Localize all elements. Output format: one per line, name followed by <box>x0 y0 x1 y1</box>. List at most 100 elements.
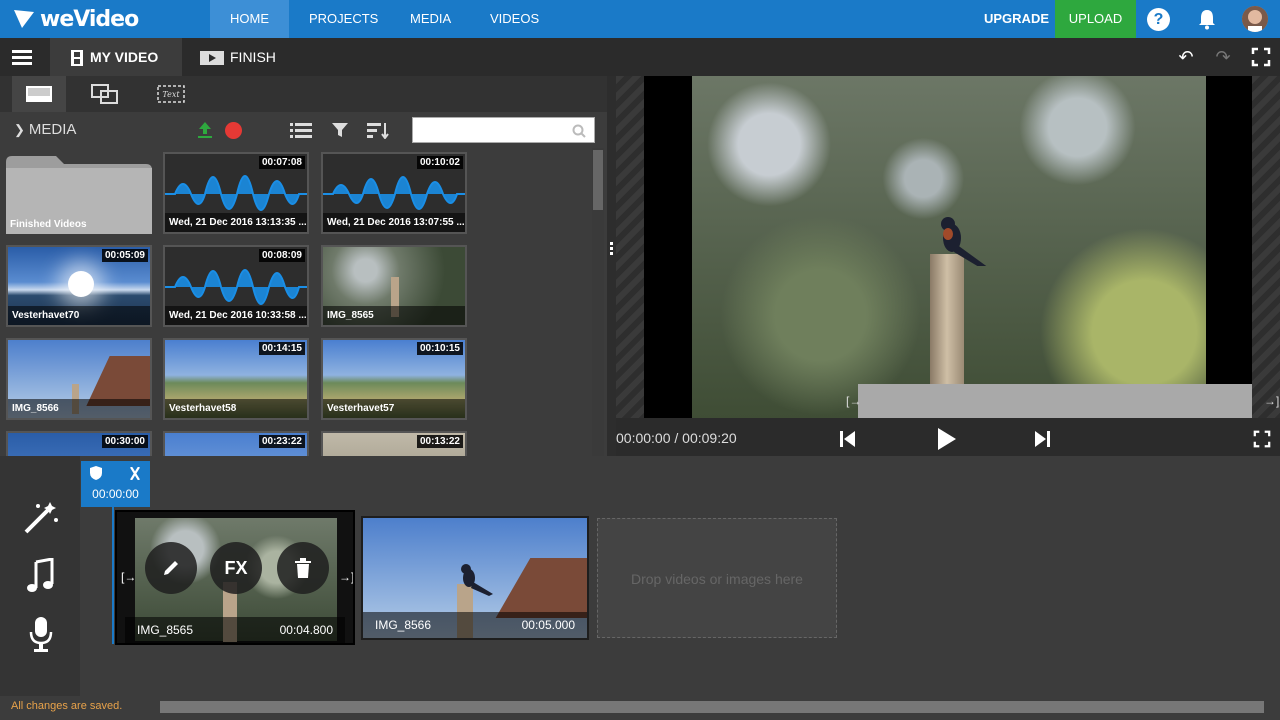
help-icon[interactable]: ? <box>1147 8 1170 31</box>
delete-clip-button[interactable] <box>277 542 329 594</box>
fx-button[interactable]: FX <box>210 542 262 594</box>
fullscreen-icon[interactable] <box>1251 47 1271 67</box>
magic-wand-icon[interactable] <box>22 500 60 536</box>
preview-timecode: 00:00:00 / 00:09:20 <box>616 430 737 446</box>
preview-fullscreen-icon[interactable] <box>1253 430 1271 448</box>
skip-forward-icon[interactable] <box>1031 428 1053 450</box>
cut-scissors-icon[interactable] <box>129 467 141 480</box>
clip-name: IMG_8565 <box>137 623 194 637</box>
playhead-line <box>112 507 114 644</box>
tab-transitions[interactable] <box>78 76 132 112</box>
transitions-icon <box>91 84 118 104</box>
media-item[interactable]: 00:14:15 Vesterhavet58 <box>163 338 309 420</box>
drop-zone[interactable]: Drop videos or images here <box>597 518 837 638</box>
save-status: All changes are saved. <box>11 700 123 712</box>
video-preview-frame[interactable]: [→ <box>644 76 1252 418</box>
media-item[interactable]: 00:10:15 Vesterhavet57 <box>321 338 467 420</box>
video-preview-panel: [→ →] 00:00:00 / 00:09:20 <box>616 76 1280 456</box>
sun-glare <box>68 271 94 297</box>
media-folder-toggle[interactable]: ❯ MEDIA <box>14 121 76 138</box>
svg-text:Text: Text <box>162 90 180 99</box>
video-export-icon <box>200 51 224 66</box>
upgrade-button[interactable]: UPGRADE <box>972 0 1061 38</box>
edit-clip-button[interactable] <box>145 542 197 594</box>
sort-icon[interactable] <box>367 121 389 139</box>
media-scrollbar-thumb[interactable] <box>593 150 603 210</box>
tab-my-video-label: MY VIDEO <box>90 49 159 65</box>
user-avatar[interactable] <box>1242 6 1268 32</box>
list-view-icon[interactable] <box>290 122 312 138</box>
duration-badge: 00:30:00 <box>101 435 148 448</box>
media-panel: Text ❯ MEDIA Finished Videos 00:07:08 Wed… <box>0 76 607 456</box>
filter-icon[interactable] <box>331 121 349 139</box>
upload-media-icon[interactable] <box>196 121 214 139</box>
playhead-time: 00:00:00 <box>92 487 139 501</box>
trim-start-handle-icon[interactable]: [→ <box>846 394 861 408</box>
media-header: ❯ MEDIA <box>0 112 607 148</box>
media-item-label: Vesterhavet58 <box>165 399 307 418</box>
panel-resize-handle[interactable] <box>607 76 616 456</box>
trim-end-handle-icon[interactable]: →] <box>1264 394 1279 408</box>
tab-finish[interactable]: FINISH <box>200 38 276 76</box>
swallow-bird <box>461 564 493 596</box>
duration-badge: 00:07:08 <box>258 156 305 169</box>
media-item[interactable]: 00:13:22 <box>321 431 467 456</box>
microphone-icon[interactable] <box>28 616 54 652</box>
upload-button[interactable]: UPLOAD <box>1055 0 1136 38</box>
media-item[interactable]: 00:23:22 <box>163 431 309 456</box>
media-item-folder[interactable]: Finished Videos <box>6 152 152 234</box>
media-scrollbar[interactable] <box>592 148 604 456</box>
record-icon[interactable] <box>225 122 242 139</box>
media-item[interactable]: 00:05:09 Vesterhavet70 <box>6 245 152 327</box>
nav-home[interactable]: HOME <box>210 0 289 38</box>
undo-icon[interactable]: ↶ <box>1176 47 1196 67</box>
nav-media[interactable]: MEDIA <box>390 0 471 38</box>
duration-badge: 00:23:22 <box>258 435 305 448</box>
timeline-clip[interactable]: [→ →] FX IMG_8565 00:04.800 <box>115 510 355 645</box>
clip-trim-end-icon[interactable]: →] <box>339 570 353 584</box>
nav-projects[interactable]: PROJECTS <box>289 0 398 38</box>
timeline-clip[interactable]: IMG_8566 00:05.000 <box>361 516 589 640</box>
film-icon <box>71 50 83 67</box>
redo-icon[interactable]: ↷ <box>1213 47 1233 67</box>
music-note-icon[interactable] <box>24 558 56 594</box>
preview-letterbox-left <box>616 76 644 418</box>
trim-range-bar[interactable] <box>858 384 1252 418</box>
media-item[interactable]: 00:08:09 Wed, 21 Dec 2016 10:33:58 ... <box>163 245 309 327</box>
tab-text[interactable]: Text <box>144 76 198 112</box>
media-item[interactable]: 00:07:08 Wed, 21 Dec 2016 13:13:35 ... <box>163 152 309 234</box>
nav-videos[interactable]: VIDEOS <box>470 0 559 38</box>
duration-badge: 00:13:22 <box>416 435 463 448</box>
clip-duration: 00:04.800 <box>279 623 333 637</box>
clip-caption: IMG_8566 00:05.000 <box>363 612 587 638</box>
media-search-input[interactable] <box>412 117 595 143</box>
wevideo-logo[interactable]: weVideo <box>14 6 139 32</box>
shield-icon <box>90 466 102 480</box>
media-library-icon <box>26 86 52 102</box>
media-item[interactable]: 00:10:02 Wed, 21 Dec 2016 13:07:55 ... <box>321 152 467 234</box>
duration-badge: 00:08:09 <box>258 249 305 262</box>
duration-badge: 00:05:09 <box>101 249 148 262</box>
media-label: MEDIA <box>28 121 77 138</box>
clip-trim-start-icon[interactable]: [→ <box>121 570 136 584</box>
search-icon <box>572 124 586 138</box>
hamburger-menu-icon[interactable] <box>12 50 32 65</box>
swallow-bird <box>941 217 987 266</box>
media-item[interactable]: IMG_8566 <box>6 338 152 420</box>
skip-back-icon[interactable] <box>837 428 859 450</box>
media-item-label: IMG_8566 <box>8 399 150 418</box>
notification-bell-icon[interactable] <box>1196 8 1218 30</box>
media-item-label: Wed, 21 Dec 2016 13:07:55 ... <box>323 213 465 232</box>
tab-my-video[interactable]: MY VIDEO <box>50 38 182 76</box>
play-icon[interactable] <box>934 426 958 452</box>
media-item[interactable]: IMG_8565 <box>321 245 467 327</box>
pencil-icon <box>164 561 178 575</box>
media-item[interactable]: 00:30:00 <box>6 431 152 456</box>
media-grid: Finished Videos 00:07:08 Wed, 21 Dec 201… <box>0 148 590 456</box>
playhead-marker[interactable]: 00:00:00 <box>81 461 150 507</box>
timeline-horizontal-scrollbar[interactable] <box>160 701 1264 713</box>
media-subtabs: Text <box>0 76 607 112</box>
top-nav: weVideo HOME PROJECTS MEDIA VIDEOS UPGRA… <box>0 0 1280 38</box>
media-item-label: Finished Videos <box>10 219 87 230</box>
tab-media-library[interactable] <box>12 76 66 112</box>
